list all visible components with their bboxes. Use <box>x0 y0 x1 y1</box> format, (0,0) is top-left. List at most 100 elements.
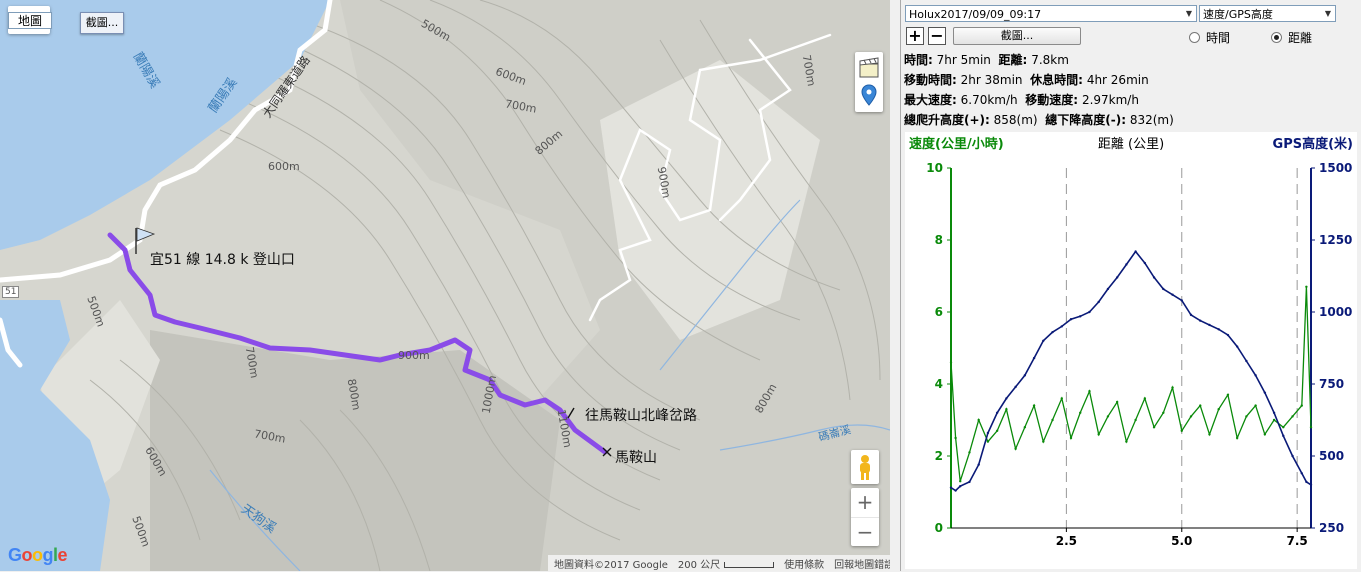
speed-point <box>1079 411 1082 414</box>
altitude-point <box>1282 434 1285 438</box>
speed-point <box>1060 397 1063 400</box>
chart-mode-select[interactable]: 速度/GPS高度 ▼ <box>1199 5 1336 22</box>
speed-series-line <box>950 286 1312 482</box>
altitude-point <box>1217 328 1220 331</box>
altitude-point <box>1143 261 1147 265</box>
junction-label: 往馬鞍山北峰岔路 <box>585 408 697 424</box>
location-pin-icon[interactable] <box>861 84 877 106</box>
speed-point <box>954 436 957 440</box>
clapperboard-icon[interactable] <box>859 57 879 78</box>
speed-point <box>1152 426 1156 429</box>
tools-svg <box>859 57 879 106</box>
speed-point <box>1235 436 1239 440</box>
speed-point <box>1088 390 1091 393</box>
altitude-point <box>959 485 962 488</box>
altitude-point <box>1005 397 1008 400</box>
y-tick-label-left: 6 <box>935 305 943 319</box>
altitude-point <box>1171 293 1174 296</box>
speed-point <box>1305 285 1308 288</box>
zoom-in-button[interactable]: + <box>851 488 879 517</box>
altitude-point <box>995 411 999 414</box>
terms-link[interactable]: 使用條款 <box>784 556 824 571</box>
altitude-point <box>949 486 953 489</box>
speed-point <box>1254 404 1257 407</box>
map-attribution: 地圖資料©2017 Google 200 公尺 使用條款 回報地圖錯誤 <box>548 555 890 571</box>
speed-point <box>1069 436 1073 440</box>
map-type-control: 地圖 衛星 <box>8 6 53 34</box>
y-tick-label-left: 10 <box>926 161 943 175</box>
speed-altitude-chart[interactable]: 速度(公里/小時) 距離 (公里) GPS高度(米) 0 2 4 6 8 10 250 500 750… <box>905 132 1357 569</box>
map-tools-panel <box>855 52 883 112</box>
zoom-in-chart-button[interactable]: + <box>906 27 924 45</box>
street-view-pegman[interactable] <box>851 450 879 484</box>
x-tick-label: 7.5 <box>1287 534 1308 548</box>
altitude-point <box>1199 319 1202 322</box>
altitude-point <box>1097 300 1100 304</box>
speed-point <box>1245 415 1248 418</box>
altitude-point <box>1162 287 1165 291</box>
speed-point <box>986 440 990 443</box>
report-error-link[interactable]: 回報地圖錯誤 <box>834 556 890 571</box>
speed-point <box>959 480 962 483</box>
radio-distance[interactable]: 距離 <box>1271 29 1312 46</box>
speed-point <box>968 451 971 454</box>
altitude-point <box>1300 472 1303 475</box>
y-tick-label-left: 2 <box>935 449 943 463</box>
speed-point <box>1042 440 1045 443</box>
speed-point <box>1171 386 1174 389</box>
speed-point <box>1051 418 1054 422</box>
chart-snapshot-button[interactable]: 截圖... <box>953 27 1081 45</box>
speed-point <box>1162 411 1165 414</box>
speed-point <box>1208 433 1211 436</box>
radio-time-dot[interactable] <box>1189 32 1200 43</box>
pegman-icon <box>860 455 870 480</box>
radio-distance-dot[interactable] <box>1271 32 1282 43</box>
y-tick-label-left: 0 <box>935 521 943 535</box>
radio-time[interactable]: 時間 <box>1189 29 1230 46</box>
altitude-point <box>1134 250 1137 253</box>
speed-point <box>1309 426 1313 429</box>
speed-point <box>1097 433 1100 436</box>
altitude-point <box>977 463 980 466</box>
track-file-select[interactable]: Holux2017/09/09_09:17 ▼ <box>905 5 1197 22</box>
zoom-out-button[interactable]: − <box>851 517 879 547</box>
speed-point <box>1014 447 1017 450</box>
altitude-point <box>1079 315 1082 318</box>
altitude-point <box>1180 299 1183 302</box>
track-info-panel: Holux2017/09/09_09:17 ▼ 速度/GPS高度 ▼ + − 截圖.… <box>900 0 1361 571</box>
speed-point <box>1125 440 1128 443</box>
speed-point <box>1291 415 1294 418</box>
altitude-point <box>1088 310 1091 314</box>
chevron-down-icon: ▼ <box>1185 9 1193 18</box>
y-tick-label-left: 4 <box>935 377 943 391</box>
altitude-point <box>968 480 971 484</box>
altitude-point <box>1051 330 1054 334</box>
speed-point <box>1263 433 1267 436</box>
altitude-point <box>1235 345 1239 348</box>
speed-point <box>1226 393 1230 396</box>
terrain-layer <box>0 0 890 571</box>
speed-point <box>1189 415 1193 418</box>
speed-point <box>1005 408 1008 411</box>
map-snapshot-button[interactable]: 截圖... <box>80 12 124 34</box>
map-view[interactable]: 500m 600m 700m 800m 500m 600m 700m 800m … <box>0 0 890 571</box>
altitude-point <box>1106 287 1110 291</box>
altitude-point <box>1152 276 1156 279</box>
contour-label: 600m <box>268 160 300 173</box>
map-data-credit: 地圖資料©2017 Google <box>554 559 668 571</box>
zoom-out-chart-button[interactable]: − <box>928 27 946 45</box>
altitude-point <box>1272 411 1276 414</box>
y-tick-label-left: 8 <box>935 233 943 247</box>
road-shield: 51 <box>2 286 20 298</box>
map-type-map[interactable]: 地圖 <box>8 11 53 29</box>
speed-point <box>1134 418 1137 422</box>
speed-point <box>995 429 999 432</box>
altitude-point <box>954 489 957 492</box>
altitude-point <box>1208 323 1211 327</box>
google-logo[interactable]: Google <box>8 545 68 566</box>
zoom-control: + − <box>851 488 879 546</box>
speed-point <box>977 418 980 422</box>
y-axis-left-title: 速度(公里/小時) <box>909 136 1004 152</box>
altitude-point <box>1263 391 1267 394</box>
speed-point <box>1143 397 1147 400</box>
